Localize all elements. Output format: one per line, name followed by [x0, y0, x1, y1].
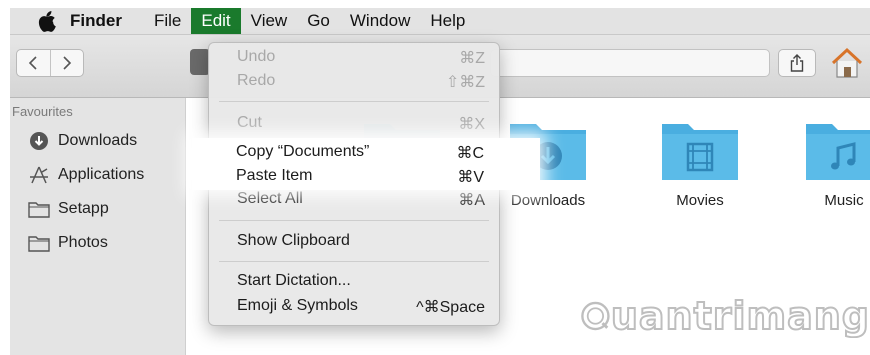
home-icon[interactable]	[830, 47, 864, 79]
sidebar-item-applications[interactable]: Applications	[28, 164, 144, 186]
sidebar-item-downloads[interactable]: Downloads	[28, 130, 137, 152]
sidebar-item-label: Setapp	[58, 200, 109, 217]
film-folder-icon	[662, 124, 738, 180]
menu-item-start-dictation[interactable]: Start Dictation...	[209, 269, 499, 293]
chevron-right-icon	[63, 56, 71, 70]
menu-item-show-clipboard[interactable]: Show Clipboard	[209, 229, 499, 253]
menu-separator	[219, 261, 489, 262]
menu-item-label: Redo	[237, 72, 276, 89]
folder-label: Downloads	[510, 192, 586, 209]
menu-item-redo[interactable]: Redo ⇧⌘Z	[209, 69, 499, 93]
folder-icon	[28, 199, 50, 219]
watermark: uantrimang	[580, 288, 870, 344]
menu-item-undo[interactable]: Undo ⌘Z	[209, 45, 499, 69]
folder-label: Music	[824, 192, 864, 209]
menu-item-emoji-symbols[interactable]: Emoji & Symbols ^⌘Space	[209, 294, 499, 318]
menu-file[interactable]: File	[144, 8, 191, 34]
menu-item-shortcut: ⌘V	[457, 169, 484, 186]
menu-item-cut[interactable]: Cut ⌘X	[209, 111, 499, 135]
path-field[interactable]	[490, 49, 770, 77]
sidebar-heading: Favourites	[12, 104, 73, 119]
folder-label: Movies	[676, 192, 724, 209]
applications-icon	[28, 165, 50, 185]
menu-bar: Finder File Edit View Go Window Help	[10, 8, 870, 35]
menu-item-label: Copy “Documents”	[236, 143, 370, 160]
menu-item-select-all[interactable]: Select All ⌘A	[209, 187, 499, 211]
menu-help[interactable]: Help	[420, 8, 475, 34]
sidebar-item-label: Downloads	[58, 132, 138, 149]
menu-app-finder[interactable]: Finder	[70, 11, 122, 31]
menu-separator	[219, 220, 489, 221]
menu-item-label: Emoji & Symbols	[237, 297, 358, 314]
apple-logo-icon[interactable]	[36, 10, 58, 32]
sidebar-item-label: Photos	[58, 234, 108, 251]
view-mode-button[interactable]	[190, 49, 210, 75]
menu-item-label: Start Dictation...	[237, 272, 351, 289]
menu-item-shortcut: ⌘X	[458, 116, 485, 133]
finder-sidebar: Favourites Downloads Applications Setapp…	[10, 98, 186, 355]
sidebar-item-label: Applications	[58, 166, 145, 183]
download-circle-icon	[28, 131, 50, 151]
folder-item-music[interactable]: Music	[804, 116, 870, 209]
menu-view[interactable]: View	[241, 8, 298, 34]
chevron-left-icon	[29, 56, 37, 70]
menu-separator	[219, 101, 489, 102]
menu-item-label: Cut	[237, 114, 262, 131]
menu-item-label: Show Clipboard	[237, 232, 350, 249]
menu-item-shortcut: ⇧⌘Z	[445, 74, 485, 91]
menu-item-shortcut: ⌘C	[456, 145, 484, 162]
menu-window[interactable]: Window	[340, 8, 420, 34]
folder-item-movies[interactable]: Movies	[660, 116, 740, 209]
menu-item-copy[interactable]: Copy “Documents” ⌘C	[208, 140, 498, 164]
back-button[interactable]	[17, 50, 50, 76]
menu-item-paste[interactable]: Paste Item ⌘V	[208, 164, 498, 188]
menu-item-shortcut: ⌘Z	[459, 50, 485, 67]
share-button[interactable]	[778, 49, 816, 77]
forward-button[interactable]	[49, 50, 84, 76]
menu-go[interactable]: Go	[297, 8, 340, 34]
folder-icon	[28, 233, 50, 253]
menu-edit[interactable]: Edit	[191, 8, 241, 34]
menu-item-label: Undo	[237, 48, 276, 65]
menu-item-label: Paste Item	[236, 167, 313, 184]
sidebar-item-photos[interactable]: Photos	[28, 232, 108, 254]
watermark-logo-icon	[581, 301, 610, 331]
sidebar-item-setapp[interactable]: Setapp	[28, 198, 109, 220]
music-folder-icon	[806, 124, 870, 180]
share-icon	[790, 54, 804, 72]
nav-buttons	[16, 49, 84, 77]
screen: Finder File Edit View Go Window Help Fav…	[10, 8, 870, 355]
menu-item-label: Select All	[237, 190, 303, 207]
menu-item-shortcut: ^⌘Space	[416, 299, 485, 316]
watermark-text: uantrimang	[610, 293, 870, 339]
menu-item-shortcut: ⌘A	[458, 192, 485, 209]
